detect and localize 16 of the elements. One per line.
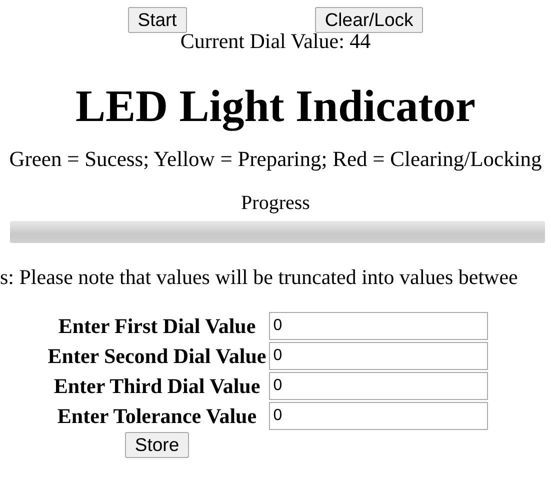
field-label: Enter First Dial Value <box>57 314 257 339</box>
input-field[interactable]: 0 <box>269 342 488 370</box>
field-label: Enter Tolerance Value <box>56 404 258 429</box>
input-field[interactable]: 0 <box>269 312 488 340</box>
field-label: Enter Second Dial Value <box>48 344 266 369</box>
input-field[interactable]: 0 <box>269 402 488 430</box>
start-button[interactable]: Start <box>128 7 187 33</box>
legend-text: Green = Sucess; Yellow = Preparing; Red = Clearing/Locking <box>8 147 543 172</box>
page-heading: LED Light Indicator <box>74 80 477 134</box>
field-label: Enter Third Dial Value <box>52 374 262 399</box>
note-text: s: Please note that values will be truncated into values betwee <box>0 265 519 290</box>
clear-lock-button[interactable]: Clear/Lock <box>314 7 424 33</box>
store-button[interactable]: Store <box>124 432 190 458</box>
progress-label: Progress <box>240 192 311 216</box>
dial-value-text: Current Dial Value: 44 <box>179 30 372 54</box>
input-field[interactable]: 0 <box>269 372 488 400</box>
